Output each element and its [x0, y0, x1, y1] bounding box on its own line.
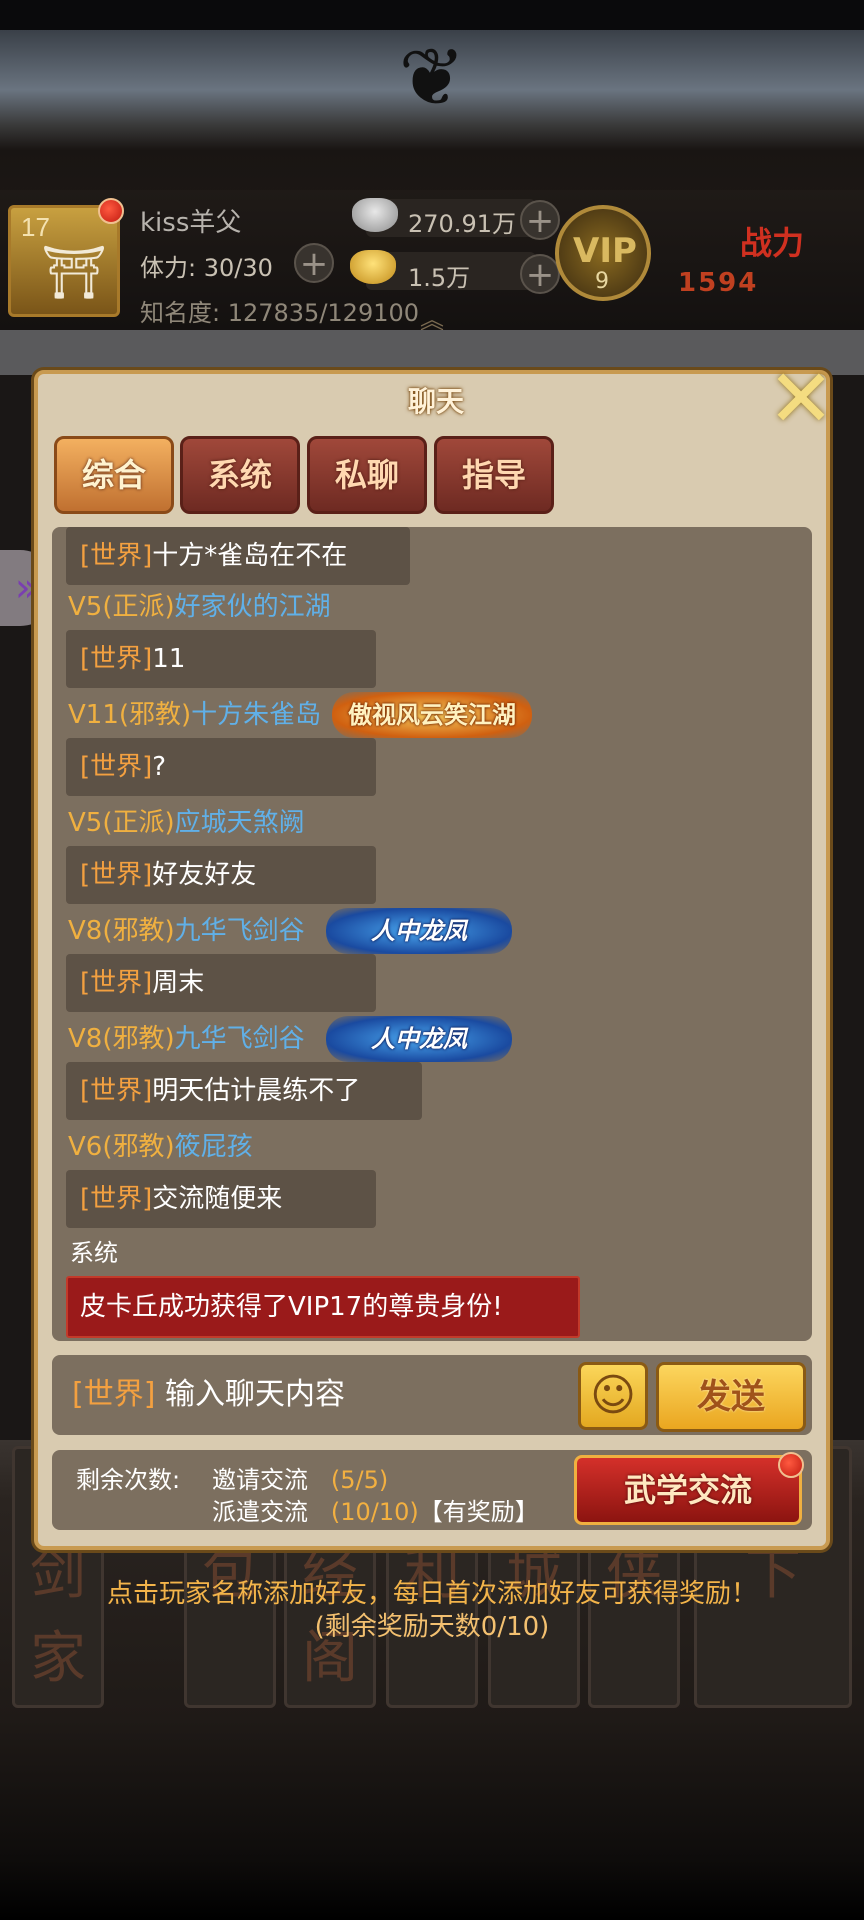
pagoda-icon: ⛩: [41, 243, 108, 303]
power-label: 战力: [740, 224, 805, 262]
gold-value: 1.5万: [408, 264, 471, 292]
sender-name[interactable]: 十方朱雀岛: [191, 700, 321, 730]
close-icon[interactable]: ✕: [762, 359, 840, 439]
divider-strip: [0, 330, 864, 375]
system-message: 皮卡丘成功获得了VIP17的尊贵身份!: [66, 1276, 580, 1338]
channel-tag: [世界]: [80, 968, 153, 998]
remaining-label: 剩余次数:: [76, 1466, 181, 1494]
channel-tag: [世界]: [80, 860, 153, 890]
tip-reward-days: (剩余奖励天数0/10): [314, 1612, 550, 1642]
title-badge: 人中龙凤: [326, 1016, 512, 1062]
add-stamina-button[interactable]: +: [294, 243, 334, 283]
exchange-notification-dot: [778, 1452, 804, 1478]
invite-label: 邀请交流: [212, 1466, 308, 1494]
message-text: 明天估计晨练不了: [152, 1076, 361, 1106]
channel-tag: [世界]: [80, 1076, 153, 1106]
message-sender[interactable]: V8(邪教)九华飞剑谷: [68, 911, 305, 951]
chat-bubble: [世界]明天估计晨练不了: [66, 1062, 422, 1120]
panel-title: 聊天: [407, 385, 464, 418]
message-sender[interactable]: V5(正派)应城天煞阙: [68, 803, 305, 843]
tab-system[interactable]: 系统: [180, 436, 300, 514]
message-text: 11: [152, 644, 186, 674]
gold-ingot-icon: [350, 250, 396, 284]
dispatch-label: 派遣交流: [212, 1498, 308, 1526]
message-sender[interactable]: V6(邪教)筱屁孩: [68, 1127, 253, 1167]
channel-tag: [世界]: [80, 541, 153, 571]
send-button[interactable]: 发送: [656, 1362, 806, 1432]
roof-ornament-icon: ❦: [398, 31, 466, 124]
sender-name[interactable]: 筱屁孩: [175, 1132, 253, 1162]
player-name[interactable]: kiss羊父: [140, 202, 241, 239]
fame-label: 知名度: 127835/129100: [140, 299, 420, 327]
chat-bubble: [世界]十方*雀岛在不在: [66, 527, 410, 585]
add-silver-button[interactable]: +: [520, 200, 560, 240]
tab-private[interactable]: 私聊: [307, 436, 427, 514]
sender-vip: V11(邪教): [68, 700, 192, 730]
chat-bubble: [世界]交流随便来: [66, 1170, 376, 1228]
silver-value: 270.91万: [408, 210, 516, 238]
add-gold-button[interactable]: +: [520, 254, 560, 294]
sender-vip: V5(正派): [68, 592, 175, 622]
message-text: 周末: [152, 968, 205, 998]
sender-vip: V6(邪教): [68, 1132, 175, 1162]
input-placeholder: 输入聊天内容: [164, 1377, 345, 1412]
system-label: 系统: [70, 1239, 118, 1267]
sender-vip: V8(邪教): [68, 1024, 175, 1054]
message-list[interactable]: [世界]十方*雀岛在不在 V5(正派)好家伙的江湖 [世界]11 V11(邪教)…: [52, 527, 812, 1341]
message-text: 好友好友: [152, 860, 257, 890]
channel-tag: [世界]: [80, 1184, 153, 1214]
sender-vip: V5(正派): [68, 808, 175, 838]
vip-badge[interactable]: VIP 9: [555, 205, 651, 301]
power-value: 1594: [678, 268, 759, 298]
chat-bubble: [世界]好友好友: [66, 846, 376, 904]
sender-name[interactable]: 九华飞剑谷: [175, 1024, 305, 1054]
chat-bubble: [世界]周末: [66, 954, 376, 1012]
stamina-label: 体力: 30/30: [140, 254, 273, 282]
channel-tag: [世界]: [80, 752, 153, 782]
reward-note: 【有奖励】: [418, 1498, 539, 1526]
sender-name[interactable]: 应城天煞阙: [175, 808, 305, 838]
tip-text: 点击玩家名称添加好友，每日首次添加好友可获得奖励！: [106, 1579, 757, 1609]
message-text: 十方*雀岛在不在: [152, 541, 348, 571]
player-level: 17: [21, 212, 50, 242]
input-channel-tag: [世界]: [72, 1377, 156, 1412]
title-badge: 人中龙凤: [326, 908, 512, 954]
message-sender[interactable]: V8(邪教)九华飞剑谷: [68, 1019, 305, 1059]
dispatch-line: 派遣交流 (10/10)【有奖励】: [212, 1492, 539, 1527]
message-sender[interactable]: V11(邪教)十方朱雀岛: [68, 695, 321, 735]
silver-ingot-icon: [352, 198, 398, 232]
invite-count: (5/5): [330, 1466, 389, 1494]
chat-bubble: [世界]?: [66, 738, 376, 796]
title-badge: 傲视风云笑江湖: [332, 692, 532, 738]
channel-tag: [世界]: [80, 644, 153, 674]
message-text: 交流随便来: [152, 1184, 283, 1214]
sender-name[interactable]: 好家伙的江湖: [175, 592, 331, 622]
vip-label: VIP: [573, 231, 637, 271]
dispatch-count: (10/10): [330, 1498, 419, 1526]
sender-vip: V8(邪教): [68, 916, 175, 946]
message-sender[interactable]: V5(正派)好家伙的江湖: [68, 587, 331, 627]
invite-line: 邀请交流 (5/5): [212, 1460, 388, 1495]
smiley-icon[interactable]: ☺: [578, 1362, 648, 1430]
chat-input[interactable]: [世界] 输入聊天内容: [52, 1355, 566, 1435]
sender-name[interactable]: 九华飞剑谷: [175, 916, 305, 946]
chat-bubble: [世界]11: [66, 630, 376, 688]
vip-level: 9: [595, 269, 609, 294]
message-text: ?: [152, 752, 167, 782]
tab-guide[interactable]: 指导: [434, 436, 554, 514]
avatar-notification-dot: [98, 198, 124, 224]
tab-general[interactable]: 综合: [54, 436, 174, 514]
martial-exchange-button[interactable]: 武学交流: [574, 1455, 802, 1525]
